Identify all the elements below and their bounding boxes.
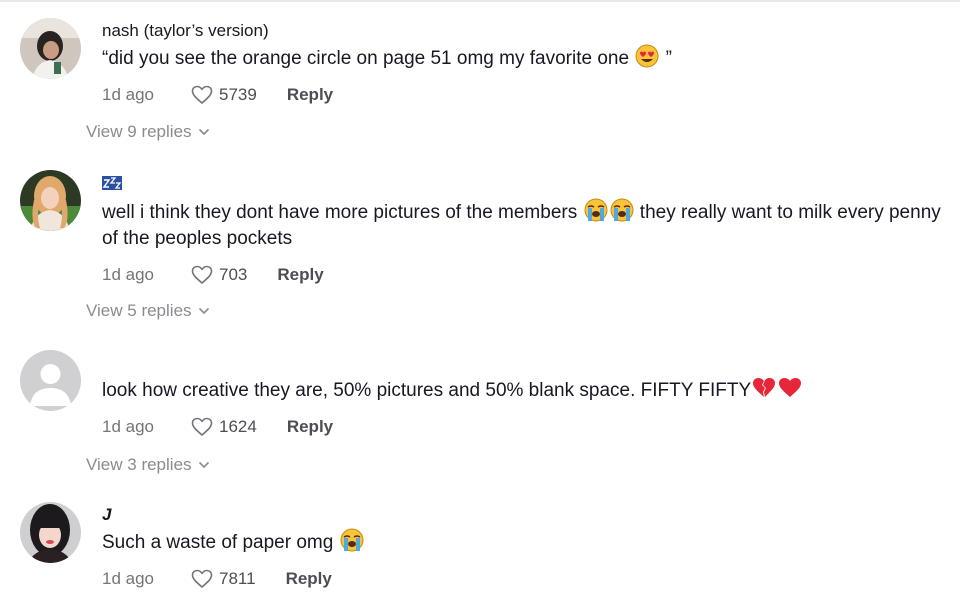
comment-text-part: “did you see the orange circle on page 5…: [102, 48, 635, 69]
comment-body: nash (taylor’s version) “did you see the…: [102, 20, 942, 108]
broken-heart-emoji-icon: [752, 376, 776, 400]
comment-body: J Such a waste of paper omg 1d ago 7811 …: [102, 504, 942, 592]
comment-body: look how creative they are, 50% pictures…: [102, 374, 942, 440]
reply-button[interactable]: Reply: [286, 569, 332, 589]
chevron-down-icon: [198, 307, 209, 315]
like-count: 703: [219, 265, 248, 284]
comment-time: 1d ago: [102, 85, 154, 104]
like-button[interactable]: 703: [191, 265, 247, 285]
loudly-crying-emoji-icon: [584, 198, 608, 222]
avatar[interactable]: [20, 502, 81, 563]
comment-time: 1d ago: [102, 569, 154, 588]
view-replies-button[interactable]: View 5 replies: [86, 301, 210, 321]
comment-meta: 1d ago 1624 Reply: [102, 414, 942, 440]
top-divider: [0, 0, 960, 2]
comment-time: 1d ago: [102, 417, 154, 436]
comment-meta: 1d ago 7811 Reply: [102, 566, 942, 592]
view-replies-button[interactable]: View 3 replies: [86, 455, 210, 475]
comment-author[interactable]: [102, 174, 942, 196]
sleeping-zzz-icon: [102, 174, 122, 190]
comment-body: well i think they dont have more picture…: [102, 174, 942, 288]
view-replies-label: View 3 replies: [86, 455, 192, 474]
view-replies-label: View 5 replies: [86, 301, 192, 320]
like-button[interactable]: 5739: [191, 85, 257, 105]
view-replies-label: View 9 replies: [86, 122, 192, 141]
chevron-down-icon: [198, 461, 209, 469]
reply-button[interactable]: Reply: [287, 417, 333, 437]
avatar[interactable]: [20, 170, 81, 231]
comment-meta: 1d ago 703 Reply: [102, 262, 942, 288]
reply-button[interactable]: Reply: [287, 85, 333, 105]
comment-author[interactable]: nash (taylor’s version): [102, 20, 942, 42]
heart-outline-icon: [191, 265, 213, 285]
like-count: 5739: [219, 85, 257, 104]
view-replies-button[interactable]: View 9 replies: [86, 122, 210, 142]
comment-text-part: well i think they dont have more picture…: [102, 202, 583, 223]
comment-text: “did you see the orange circle on page 5…: [102, 44, 942, 72]
comment-text-part: ”: [660, 48, 672, 69]
comment-text-part: look how creative they are, 50% pictures…: [102, 380, 752, 401]
like-button[interactable]: 7811: [191, 569, 256, 589]
heart-outline-icon: [191, 85, 213, 105]
comment-meta: 1d ago 5739 Reply: [102, 82, 942, 108]
red-heart-emoji-icon: [778, 376, 802, 400]
default-avatar[interactable]: [20, 350, 81, 411]
reply-button[interactable]: Reply: [277, 265, 323, 285]
heart-outline-icon: [191, 417, 213, 437]
comment-time: 1d ago: [102, 265, 154, 284]
chevron-down-icon: [198, 128, 209, 136]
comment-text: look how creative they are, 50% pictures…: [102, 376, 942, 404]
comment-author[interactable]: J: [102, 504, 942, 526]
loudly-crying-emoji-icon: [610, 198, 634, 222]
heart-eyes-emoji-icon: [635, 44, 659, 68]
heart-outline-icon: [191, 569, 213, 589]
like-count: 1624: [219, 417, 257, 436]
like-count: 7811: [219, 569, 256, 588]
comment-text: well i think they dont have more picture…: [102, 198, 942, 252]
like-button[interactable]: 1624: [191, 417, 257, 437]
avatar[interactable]: [20, 18, 81, 79]
comment-text: Such a waste of paper omg: [102, 528, 942, 556]
loudly-crying-emoji-icon: [340, 528, 364, 552]
comment-text-part: Such a waste of paper omg: [102, 532, 339, 553]
